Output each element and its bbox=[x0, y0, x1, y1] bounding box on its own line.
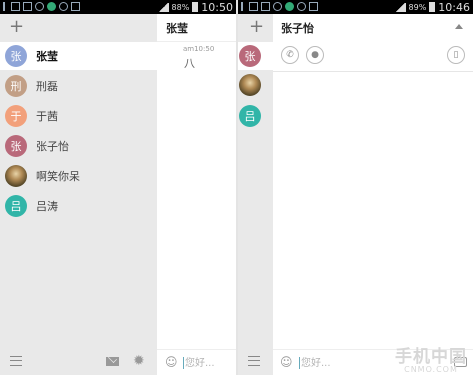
chrome-icon bbox=[297, 2, 306, 11]
contact-name: 张莹 bbox=[36, 50, 58, 63]
chat-panel: 张莹 am10:50 八 ☺ bbox=[157, 14, 236, 375]
contact-name: 吕涛 bbox=[36, 200, 58, 213]
status-bar: 88% 10:50 bbox=[0, 0, 236, 14]
smile-icon[interactable]: ☺ bbox=[280, 356, 293, 368]
contact-name: 张子怡 bbox=[36, 140, 69, 153]
status-right: 88% 10:50 bbox=[157, 0, 233, 14]
battery-percent: 88% bbox=[171, 2, 190, 12]
chat-title: 张莹 bbox=[157, 14, 236, 42]
message-icon bbox=[261, 2, 270, 11]
avatar: 张 bbox=[5, 45, 27, 67]
contact-row[interactable]: 张张子怡 bbox=[0, 132, 157, 160]
watermark-line2: CNMO.COM bbox=[404, 365, 458, 374]
app-icon bbox=[285, 2, 294, 11]
sync-icon bbox=[35, 2, 44, 11]
avatar[interactable] bbox=[239, 74, 261, 96]
contact-list-header: + bbox=[238, 14, 273, 42]
phone-icon[interactable]: ✆ bbox=[281, 46, 299, 64]
watermark-line1: 手机中国 bbox=[395, 347, 467, 367]
notification-icons bbox=[241, 2, 318, 11]
person-icon[interactable]: ● bbox=[306, 46, 324, 64]
battery-icon bbox=[192, 2, 199, 12]
avatar: 于 bbox=[5, 105, 27, 127]
gear-icon[interactable]: ✹ bbox=[133, 354, 145, 368]
battery-icon bbox=[429, 2, 436, 12]
trash-icon[interactable]: ▯ bbox=[447, 46, 465, 64]
contact-list-toolbar bbox=[238, 349, 273, 375]
avatar: 刑 bbox=[5, 75, 27, 97]
signal-icon bbox=[394, 2, 406, 12]
status-time: 10:50 bbox=[201, 0, 233, 14]
message-input[interactable] bbox=[185, 355, 230, 371]
right-screen: 89% 10:46 + 张吕 张子怡 ✆ ● ▯ ☺ 您好... 手机中国 CN… bbox=[238, 0, 473, 375]
download-icon bbox=[309, 2, 318, 11]
contact-name: 啊笑你呆 bbox=[36, 170, 80, 183]
menu-icon[interactable] bbox=[10, 356, 22, 366]
watermark: 手机中国 CNMO.COM bbox=[395, 342, 467, 374]
message-input-bar: ☺ bbox=[157, 349, 236, 375]
plus-icon[interactable]: + bbox=[249, 18, 264, 36]
avatar[interactable]: 吕 bbox=[239, 105, 261, 127]
app-icon bbox=[47, 2, 56, 11]
left-screen: 88% 10:50 + 张张莹刑刑磊于于茜张张子怡 啊笑你呆吕吕涛 ✹ 张莹 am… bbox=[0, 0, 236, 375]
text-cursor bbox=[299, 357, 300, 369]
contact-row[interactable]: 吕吕涛 bbox=[0, 192, 157, 220]
contact-row[interactable]: 刑刑磊 bbox=[0, 72, 157, 100]
message-icon bbox=[23, 2, 32, 11]
menu-icon[interactable] bbox=[248, 356, 260, 366]
contact-name: 张子怡 bbox=[281, 22, 314, 35]
status-bar: 89% 10:46 bbox=[238, 0, 473, 14]
download-icon bbox=[71, 2, 80, 11]
text-cursor bbox=[183, 357, 184, 369]
contact-detail-header: 张子怡 bbox=[273, 14, 473, 42]
image-icon bbox=[11, 2, 20, 11]
usb-icon bbox=[3, 2, 8, 11]
message-timestamp: am10:50 bbox=[183, 45, 215, 53]
contact-list-panel: + 张张莹刑刑磊于于茜张张子怡 啊笑你呆吕吕涛 ✹ bbox=[0, 14, 157, 375]
plus-icon[interactable]: + bbox=[9, 18, 24, 36]
contact-row[interactable]: 啊笑你呆 bbox=[0, 162, 157, 190]
contact-name: 刑磊 bbox=[36, 80, 58, 93]
battery-percent: 89% bbox=[408, 2, 427, 12]
triangle-up-icon[interactable] bbox=[455, 24, 463, 29]
contact-name: 于茜 bbox=[36, 110, 58, 123]
avatar: 张 bbox=[5, 135, 27, 157]
signal-icon bbox=[157, 2, 169, 12]
status-right: 89% 10:46 bbox=[394, 0, 470, 14]
avatar bbox=[5, 165, 27, 187]
contact-detail-panel: 张子怡 ✆ ● ▯ ☺ 手机中国 CNMO.COM bbox=[273, 14, 473, 375]
status-time: 10:46 bbox=[438, 0, 470, 14]
chrome-icon bbox=[59, 2, 68, 11]
usb-icon bbox=[241, 2, 246, 11]
sync-icon bbox=[273, 2, 282, 11]
contact-actions: ✆ ● ▯ bbox=[273, 42, 473, 72]
collapsed-contact-list: + 张吕 bbox=[238, 14, 273, 375]
contact-list-header: + bbox=[0, 14, 157, 42]
contact-row[interactable]: 张张莹 bbox=[0, 42, 157, 70]
smile-icon[interactable]: ☺ bbox=[165, 356, 178, 368]
contact-list-toolbar: ✹ bbox=[0, 349, 157, 375]
notification-icons bbox=[3, 2, 80, 11]
message-text: 八 bbox=[184, 57, 195, 70]
contact-row[interactable]: 于于茜 bbox=[0, 102, 157, 130]
avatar: 吕 bbox=[5, 195, 27, 217]
avatar[interactable]: 张 bbox=[239, 45, 261, 67]
mail-icon[interactable] bbox=[106, 357, 119, 366]
image-icon bbox=[249, 2, 258, 11]
